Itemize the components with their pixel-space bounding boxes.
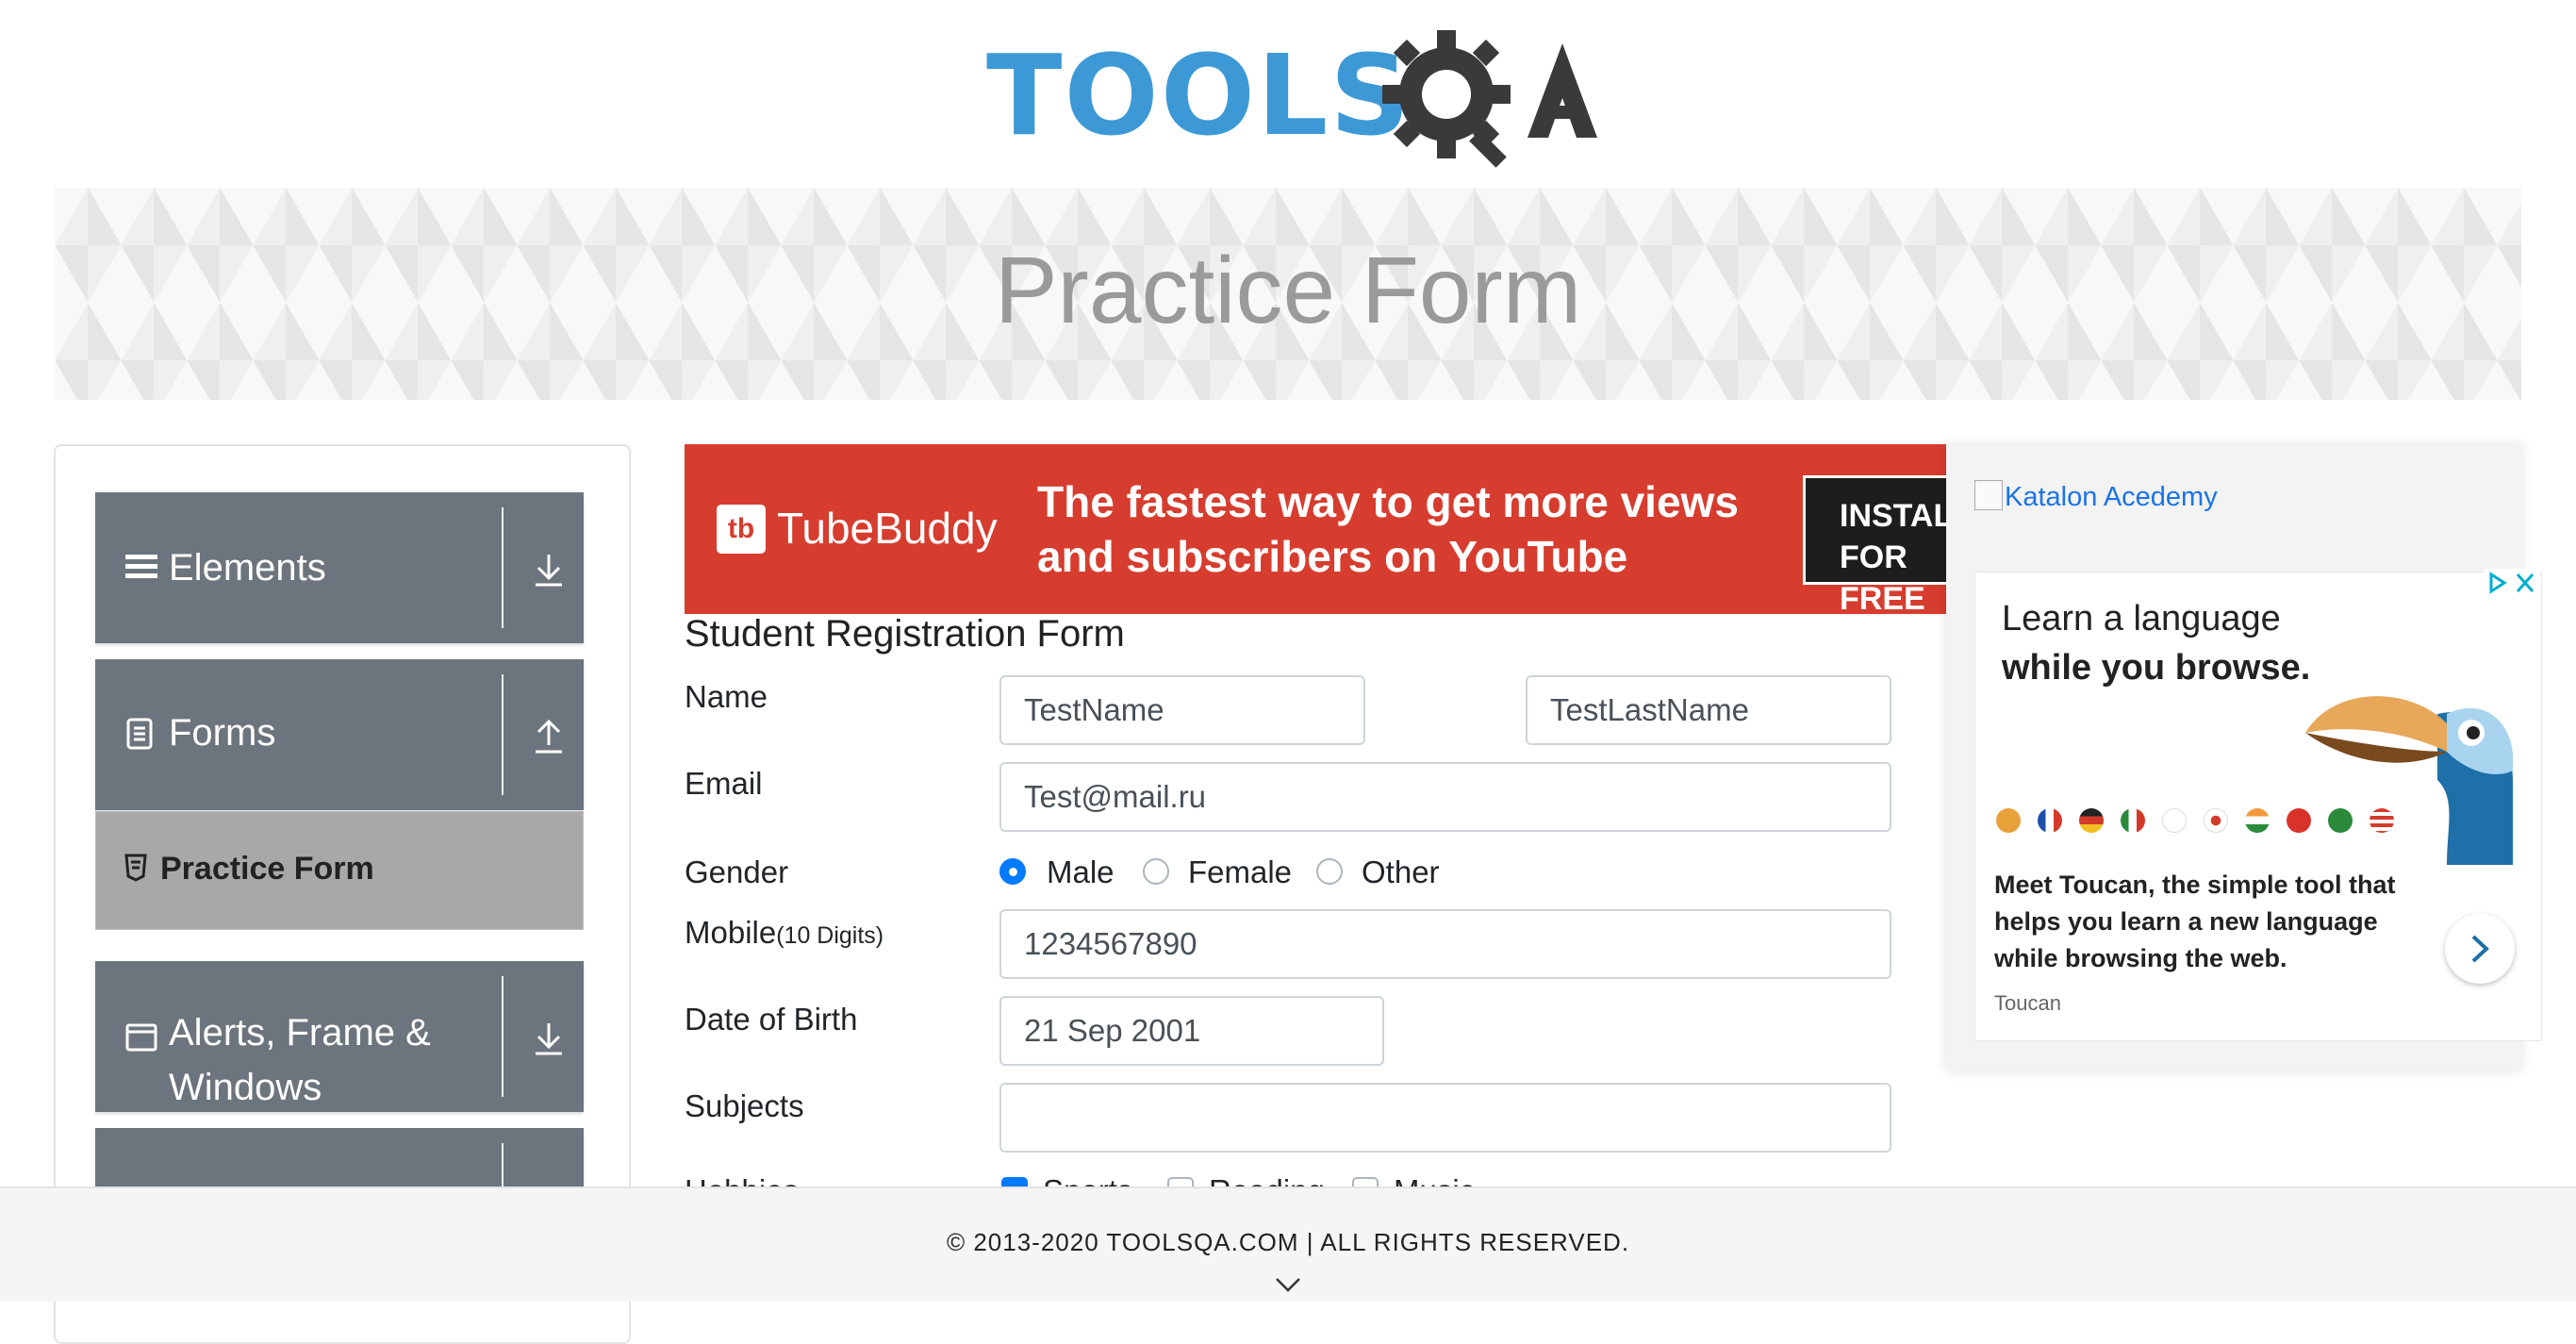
form-title: Student Registration Form — [685, 613, 1125, 655]
sidebar-group-label-line2: Windows — [169, 1067, 322, 1108]
email-label: Email — [685, 766, 763, 801]
sidebar-item-practice-form[interactable]: Practice Form — [95, 811, 584, 930]
ad-cta-line1: INSTALL — [1840, 498, 1946, 534]
name-label: Name — [685, 679, 768, 714]
ad-headline-line2: and subscribers on YouTube — [1037, 532, 1628, 581]
gender-female-radio[interactable] — [1143, 858, 1169, 885]
sidebar-group-elements[interactable]: Elements — [95, 492, 584, 643]
tubebuddy-logo-icon: tb — [717, 505, 766, 554]
toucan-ad[interactable]: Learn a language while you browse. Meet … — [1974, 572, 2542, 1041]
flag-saudi-icon — [2328, 808, 2353, 833]
flag-japan-icon — [2204, 808, 2228, 833]
footer-copyright: © 2013-2020 TOOLSQA.COM | ALL RIGHTS RES… — [946, 1228, 1630, 1256]
document-icon — [126, 718, 153, 750]
page-title: Practice Form — [994, 238, 1582, 343]
broken-image-icon — [1974, 480, 2003, 510]
mobile-label-text: Mobile — [685, 915, 777, 950]
sidebar-group-label: Alerts, Frame & — [169, 1012, 431, 1054]
ad-headline-line1: The fastest way to get more views — [1037, 477, 1739, 526]
gear-magnifier-icon — [1382, 30, 1511, 168]
footer: © 2013-2020 TOOLSQA.COM | ALL RIGHTS RES… — [0, 1186, 2576, 1302]
toolsqa-logo[interactable]: TOOLS — [986, 26, 1597, 172]
sidebar-group-label: Elements — [169, 547, 326, 589]
flag-germany-icon — [2079, 808, 2104, 833]
logo-letter-a — [1527, 43, 1597, 138]
right-ad-panel: Katalon Acedemy Learn a language while y… — [1946, 444, 2542, 1070]
logo-text-tools: TOOLS — [986, 30, 1412, 160]
ad-next-button[interactable] — [2445, 914, 2515, 984]
sidebar-item-label: Practice Form — [160, 851, 374, 887]
chevron-right-icon — [2471, 935, 2489, 963]
toucan-bird-icon — [2305, 696, 2513, 865]
flag-india-icon — [2245, 808, 2270, 833]
gender-other-label[interactable]: Other — [1362, 855, 1440, 890]
gender-female-label[interactable]: Female — [1188, 855, 1292, 890]
toucan-description: Meet Toucan, the simple tool that helps … — [1994, 871, 2396, 972]
sidebar-group-label: Forms — [169, 712, 276, 754]
email-input[interactable] — [999, 762, 1891, 832]
tubebuddy-ad-banner[interactable]: tb TubeBuddy The fastest way to get more… — [685, 444, 1946, 614]
divider — [502, 507, 504, 628]
gender-male-radio[interactable] — [999, 858, 1026, 885]
download-arrow-icon[interactable] — [533, 551, 565, 589]
toucan-headline-1: Learn a language — [2002, 599, 2281, 639]
mobile-input[interactable] — [999, 909, 1891, 979]
page-header-banner: Practice Form — [55, 188, 2521, 400]
flag-usa-icon — [2370, 808, 2394, 833]
toucan-brand: Toucan — [1994, 991, 2061, 1015]
divider — [502, 674, 504, 795]
gender-male-label[interactable]: Male — [1047, 855, 1115, 890]
html5-icon — [124, 854, 147, 882]
subjects-input[interactable] — [999, 1083, 1891, 1153]
flag-france-icon — [2038, 808, 2062, 833]
ad-cta-line2: FOR FREE — [1840, 539, 1925, 614]
mobile-label: Mobile(10 Digits) — [685, 915, 883, 951]
ad-brand-name: TubeBuddy — [777, 504, 998, 553]
flag-italy-icon — [2121, 808, 2145, 833]
adchoices-icon[interactable] — [2484, 569, 2540, 597]
upload-arrow-icon[interactable] — [533, 718, 565, 755]
gender-other-radio[interactable] — [1316, 858, 1343, 885]
mobile-hint: (10 Digits) — [776, 922, 884, 949]
gender-label: Gender — [685, 855, 789, 889]
sidebar-group-forms[interactable]: Forms — [95, 659, 584, 810]
flag-spain-icon — [1996, 808, 2021, 833]
katalon-link-text[interactable]: Katalon Acedemy — [2005, 482, 2218, 512]
first-name-input[interactable] — [999, 675, 1365, 745]
date-of-birth-input[interactable] — [999, 996, 1384, 1066]
dob-label: Date of Birth — [685, 1002, 858, 1037]
sidebar-group-alerts[interactable]: Alerts, Frame & Windows — [95, 961, 584, 1112]
katalon-academy-link[interactable]: Katalon Acedemy — [1974, 480, 2218, 513]
download-arrow-icon[interactable] — [533, 1020, 565, 1057]
chevron-down-icon[interactable] — [1275, 1275, 1301, 1294]
ad-install-button[interactable]: INSTALL FOR FREE — [1803, 475, 1946, 614]
menu-icon — [125, 555, 157, 578]
toucan-headline-2: while you browse. — [2002, 648, 2311, 688]
flag-korea-icon — [2162, 808, 2187, 833]
window-icon — [125, 1023, 157, 1052]
divider — [502, 976, 504, 1097]
last-name-input[interactable] — [1526, 675, 1891, 745]
subjects-label: Subjects — [685, 1088, 804, 1123]
flag-china-icon — [2287, 808, 2311, 833]
